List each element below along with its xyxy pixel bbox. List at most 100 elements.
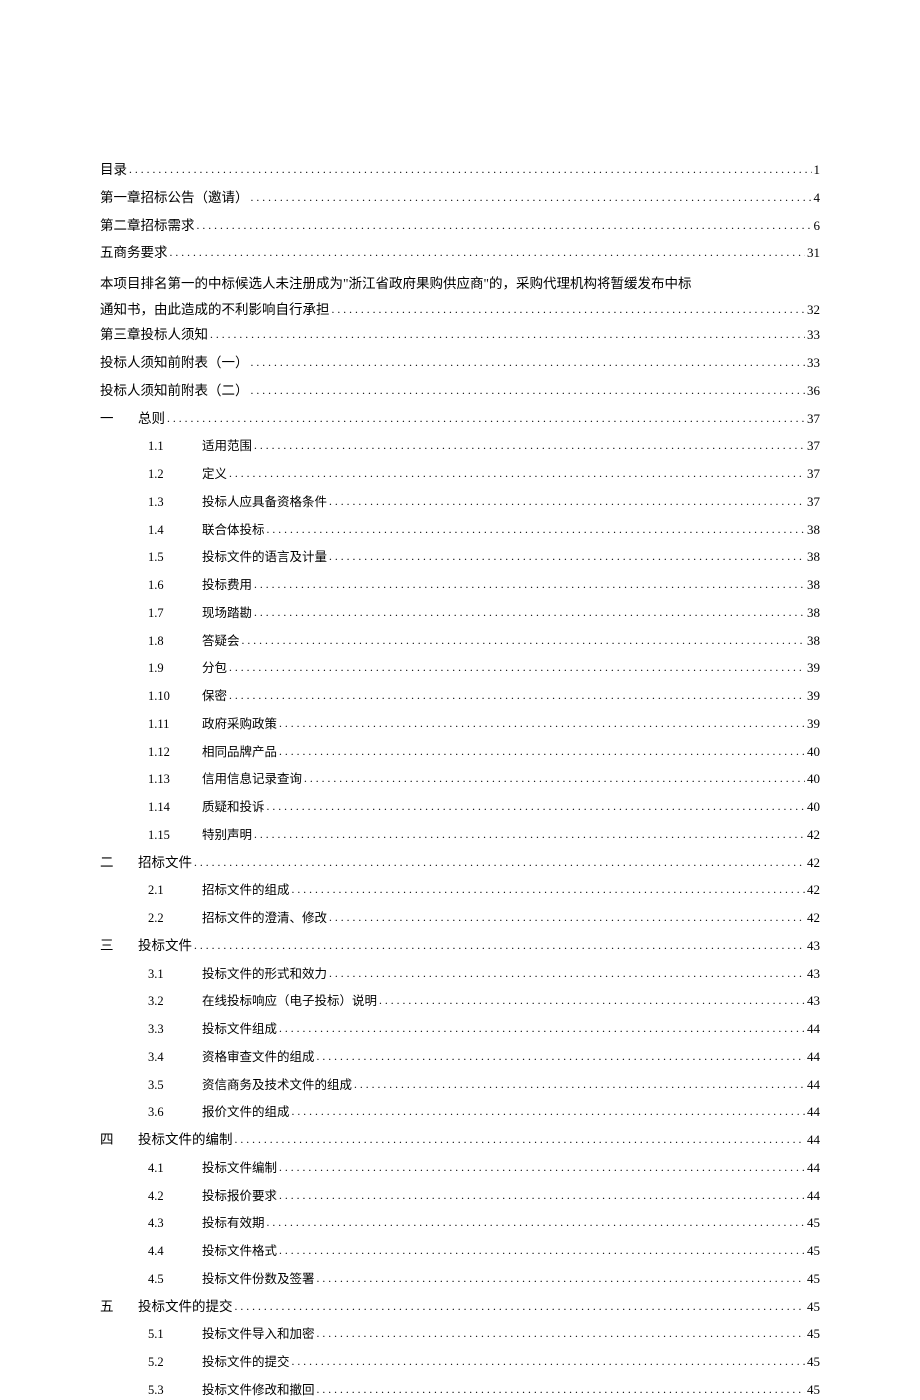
toc-title: 在线投标响应（电子投标）说明 [202,992,377,1011]
toc-leader-dots: ........................................… [254,438,805,455]
toc-entry: 五商务要求...................................… [100,243,820,263]
table-of-contents: 目录......................................… [100,160,820,1400]
toc-number: 二 [100,853,138,873]
toc-page-number: 37 [807,492,820,512]
toc-title: 答疑会 [202,632,240,651]
toc-entry: 第三章投标人须知................................… [100,325,820,345]
toc-title: 第三章投标人须知 [100,325,208,345]
toc-number: 2.2 [148,909,202,928]
toc-entry: 1.11政府采购政策..............................… [148,714,820,734]
toc-number: 3.3 [148,1020,202,1039]
toc-title: 资信商务及技术文件的组成 [202,1076,352,1095]
toc-leader-dots: ........................................… [235,1132,806,1149]
toc-title: 第一章招标公告（邀请） [100,188,249,208]
toc-title: 投标文件的语言及计量 [202,548,327,567]
toc-leader-dots: ........................................… [254,577,805,594]
toc-number: 三 [100,936,138,956]
toc-number: 1.10 [148,687,202,706]
toc-page-number: 44 [807,1102,820,1122]
toc-title: 联合体投标 [202,521,265,540]
toc-page-number: 32 [807,298,820,323]
toc-entry: 二招标文件...................................… [100,853,820,873]
toc-page-number: 43 [807,964,820,984]
toc-leader-dots: ........................................… [129,162,812,179]
toc-leader-dots: ........................................… [329,494,805,511]
toc-title: 投标文件组成 [202,1020,277,1039]
toc-number: 5.3 [148,1381,202,1400]
toc-entry: 第一章招标公告（邀请）.............................… [100,188,820,208]
toc-page-number: 42 [807,908,820,928]
toc-title: 相同品牌产品 [202,743,277,762]
toc-number: 1.7 [148,604,202,623]
toc-title: 投标文件导入和加密 [202,1325,315,1344]
toc-entry: 5.1投标文件导入和加密............................… [148,1324,820,1344]
toc-leader-dots: ........................................… [292,882,805,899]
toc-leader-dots: ........................................… [210,327,805,344]
toc-entry: 投标人须知前附表（一）.............................… [100,353,820,373]
toc-entry: 4.2投标报价要求...............................… [148,1186,820,1206]
toc-title: 投标文件的提交 [202,1353,290,1372]
toc-leader-dots: ........................................… [317,1326,805,1343]
toc-page-number: 44 [807,1047,820,1067]
toc-title: 保密 [202,687,227,706]
toc-entry: 1.13信用信息记录查询............................… [148,769,820,789]
toc-entry: 1.4联合体投标................................… [148,520,820,540]
toc-page-number: 37 [807,436,820,456]
toc-number: 1.8 [148,632,202,651]
toc-title: 投标文件修改和撤回 [202,1381,315,1400]
toc-leader-dots: ........................................… [251,355,806,372]
toc-entry: 1.3投标人应具备资格条件...........................… [148,492,820,512]
toc-number: 3.4 [148,1048,202,1067]
toc-title: 投标文件的提交 [138,1297,233,1317]
toc-leader-dots: ........................................… [292,1354,805,1371]
toc-number: 5.1 [148,1325,202,1344]
toc-leader-dots: ........................................… [329,910,805,927]
toc-number: 4.4 [148,1242,202,1261]
toc-title: 第二章招标需求 [100,216,195,236]
toc-title: 信用信息记录查询 [202,770,302,789]
toc-number: 4.3 [148,1214,202,1233]
toc-entry: 1.14质疑和投诉...............................… [148,797,820,817]
toc-leader-dots: ........................................… [229,660,805,677]
toc-title: 投标有效期 [202,1214,265,1233]
toc-leader-dots: ........................................… [332,300,806,322]
toc-title: 投标费用 [202,576,252,595]
toc-leader-dots: ........................................… [267,1215,805,1232]
toc-entry: 1.1适用范围.................................… [148,436,820,456]
toc-entry: 2.1招标文件的组成..............................… [148,880,820,900]
toc-page-number: 36 [807,381,820,401]
toc-title: 投标人须知前附表（一） [100,353,249,373]
toc-title: 投标报价要求 [202,1187,277,1206]
toc-page-number: 38 [807,520,820,540]
toc-number: 4.1 [148,1159,202,1178]
toc-leader-dots: ........................................… [167,411,805,428]
toc-page-number: 37 [807,409,820,429]
toc-title: 总则 [138,409,165,429]
toc-leader-dots: ........................................… [279,744,805,761]
toc-leader-dots: ........................................… [267,799,805,816]
toc-title: 招标文件 [138,853,192,873]
toc-entry: 1.10保密..................................… [148,686,820,706]
toc-number: 3.6 [148,1103,202,1122]
toc-leader-dots: ........................................… [279,716,805,733]
toc-title: 投标文件的形式和效力 [202,965,327,984]
toc-leader-dots: ........................................… [194,855,805,872]
toc-leader-dots: ........................................… [251,190,812,207]
toc-page-number: 45 [807,1213,820,1233]
toc-entry: 第二章招标需求.................................… [100,216,820,236]
toc-leader-dots: ........................................… [292,1104,805,1121]
toc-title: 招标文件的组成 [202,881,290,900]
toc-entry: 目录......................................… [100,160,820,180]
toc-number: 1.2 [148,465,202,484]
toc-entry: 1.6投标费用.................................… [148,575,820,595]
toc-number: 3.5 [148,1076,202,1095]
toc-title: 投标人须知前附表（二） [100,381,249,401]
toc-title: 资格审查文件的组成 [202,1048,315,1067]
toc-entry: 五投标文件的提交................................… [100,1297,820,1317]
toc-entry: 1.15特别声明................................… [148,825,820,845]
toc-page-number: 45 [807,1324,820,1344]
toc-leader-dots: ........................................… [242,633,805,650]
toc-page-number: 42 [807,853,820,873]
toc-page-number: 45 [807,1241,820,1261]
toc-page-number: 38 [807,575,820,595]
